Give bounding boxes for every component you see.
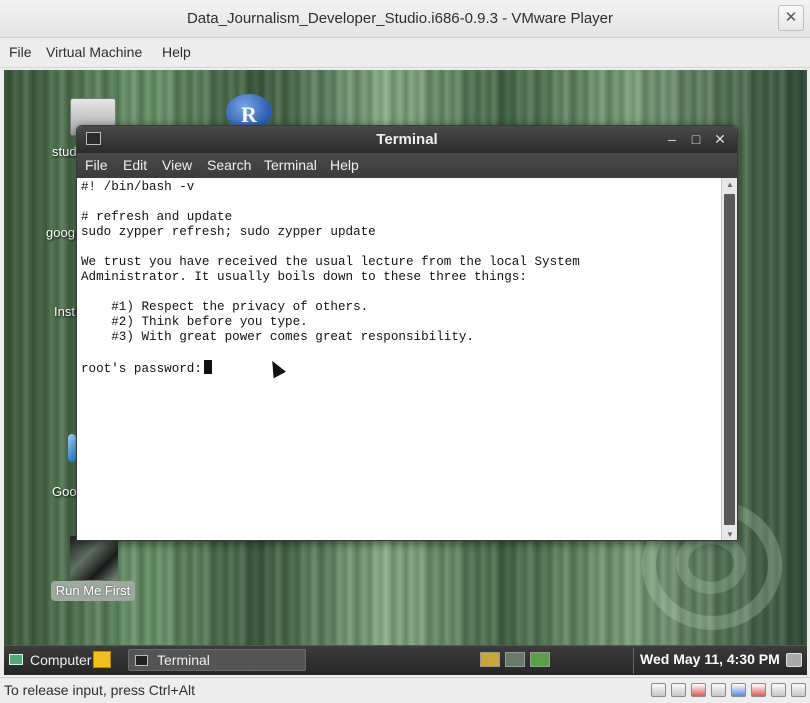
terminal-scrollbar[interactable]: ▲ ▼ (721, 178, 737, 540)
notes-icon[interactable] (93, 651, 111, 668)
terminal-line: #3) With great power comes great respons… (81, 330, 474, 344)
computer-menu-button[interactable]: Computer (30, 652, 91, 668)
terminal-line: Administrator. It usually boils down to … (81, 270, 527, 284)
terminal-window[interactable]: Terminal – □ ✕ File Edit View Search Ter… (76, 125, 738, 541)
terminal-menu-terminal[interactable]: Terminal (264, 157, 317, 173)
google-drive-icon[interactable] (68, 434, 76, 462)
screenshot-icon[interactable] (786, 653, 802, 667)
terminal-menu-view[interactable]: View (162, 157, 192, 173)
terminal-line: #2) Think before you type. (81, 315, 308, 329)
password-prompt-line[interactable]: root's password: (81, 360, 212, 376)
terminal-menubar: File Edit View Search Terminal Help (77, 153, 737, 178)
scroll-down-icon[interactable]: ▼ (722, 528, 737, 540)
scrollbar-thumb[interactable] (724, 194, 735, 525)
status-message: To release input, press Ctrl+Alt (4, 682, 196, 698)
minimize-button[interactable]: – (663, 130, 681, 148)
taskbar: Computer Terminal Wed May 11, 4:30 PM (4, 645, 807, 675)
desktop-icon-label[interactable]: goog (46, 225, 75, 240)
terminal-line: # refresh and update (81, 210, 233, 224)
taskbar-separator (633, 648, 634, 674)
chess-icon[interactable] (70, 536, 118, 580)
desktop-icon-label[interactable]: Goo (52, 484, 77, 499)
floppy-icon[interactable] (691, 683, 706, 697)
window-title: Data_Journalism_Developer_Studio.i686-0.… (186, 10, 614, 27)
terminal-line: #! /bin/bash -v (81, 180, 195, 194)
run-me-first-label[interactable]: Run Me First (51, 581, 135, 601)
menu-file[interactable]: File (9, 44, 32, 60)
message-log-icon[interactable] (791, 683, 806, 697)
terminal-menu-file[interactable]: File (85, 157, 108, 173)
computer-icon[interactable] (9, 654, 23, 665)
desktop-logo-inner (676, 532, 746, 594)
usb-icon[interactable] (711, 683, 726, 697)
hard-disk-icon[interactable] (651, 683, 666, 697)
maximize-button[interactable]: □ (687, 130, 705, 148)
printer-icon[interactable] (751, 683, 766, 697)
terminal-line: #1) Respect the privacy of others. (81, 300, 369, 314)
close-button[interactable]: ✕ (711, 130, 729, 148)
desktop-icon-label[interactable]: stud (52, 144, 77, 159)
terminal-output[interactable]: #! /bin/bash -v # refresh and update sud… (77, 178, 720, 540)
terminal-line: We trust you have received the usual lec… (81, 255, 580, 269)
text-cursor (203, 360, 212, 374)
terminal-icon (135, 655, 148, 666)
terminal-line: sudo zypper refresh; sudo zypper update (81, 225, 376, 239)
desktop-icon-label[interactable]: Inst (54, 304, 75, 319)
terminal-menu-edit[interactable]: Edit (123, 157, 147, 173)
menu-help[interactable]: Help (162, 44, 191, 60)
sound-card-icon[interactable] (771, 683, 786, 697)
tray-battery-icon[interactable] (530, 652, 550, 667)
menu-virtual-machine[interactable]: Virtual Machine (46, 44, 142, 60)
tray-update-icon[interactable] (480, 652, 500, 667)
terminal-title: Terminal (376, 131, 438, 148)
terminal-menu-search[interactable]: Search (207, 157, 251, 173)
terminal-titlebar[interactable]: Terminal – □ ✕ (77, 126, 737, 153)
tray-network-icon[interactable] (505, 652, 525, 667)
vmware-titlebar: Data_Journalism_Developer_Studio.i686-0.… (0, 0, 810, 38)
network-adapter-icon[interactable] (731, 683, 746, 697)
close-window-button[interactable]: ✕ (778, 5, 804, 31)
taskbar-terminal-button[interactable]: Terminal (128, 649, 306, 671)
clock[interactable]: Wed May 11, 4:30 PM (640, 651, 780, 667)
taskbar-task-label: Terminal (157, 652, 210, 668)
guest-desktop[interactable]: stud R goog Inst Goo Run Me First Termin… (4, 70, 807, 675)
terminal-menu-help[interactable]: Help (330, 157, 359, 173)
password-prompt: root's password: (81, 362, 202, 376)
scroll-up-icon[interactable]: ▲ (722, 178, 737, 192)
vmware-menubar: File Virtual Machine Help (0, 38, 810, 68)
vmware-statusbar: To release input, press Ctrl+Alt (0, 677, 810, 703)
cd-drive-icon[interactable] (671, 683, 686, 697)
